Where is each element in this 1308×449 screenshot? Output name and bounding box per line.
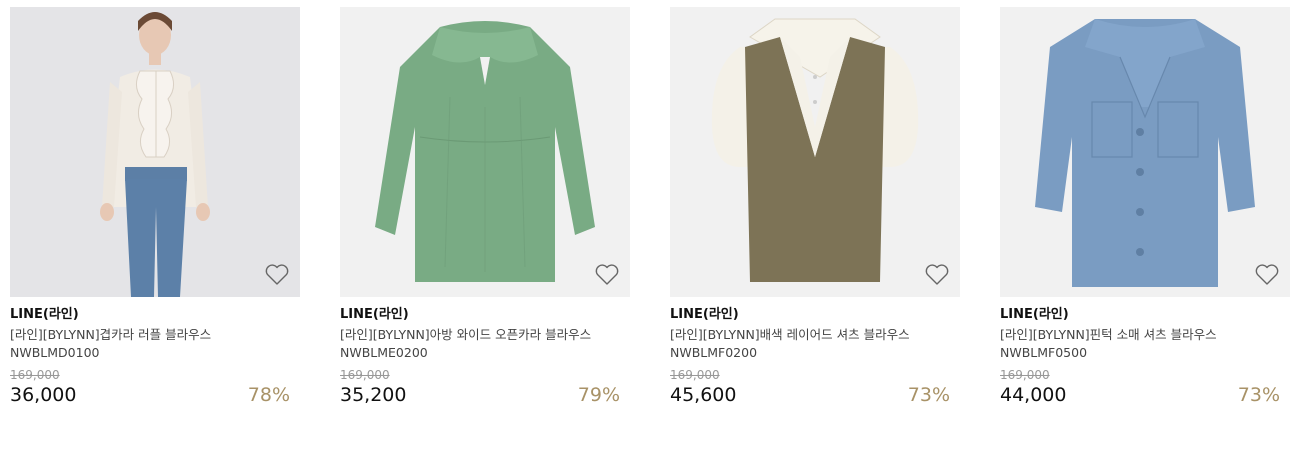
brand-name[interactable]: LINE(라인) bbox=[1000, 307, 1290, 323]
green-blouse-illustration bbox=[340, 7, 630, 297]
product-card[interactable]: LINE(라인) [라인][BYLYNN]겹카라 러플 블라우스 NWBLMD0… bbox=[10, 7, 300, 408]
model-ruffle-blouse-illustration bbox=[10, 7, 300, 297]
product-name[interactable]: [라인][BYLYNN]핀턱 소매 셔츠 블라우스 NWBLMF0500 bbox=[1000, 326, 1290, 362]
product-name[interactable]: [라인][BYLYNN]아방 와이드 오픈카라 블라우스 NWBLME0200 bbox=[340, 326, 630, 362]
brand-name[interactable]: LINE(라인) bbox=[670, 307, 960, 323]
heart-outline-icon[interactable] bbox=[594, 263, 620, 287]
sale-price: 45,600 bbox=[670, 384, 737, 406]
discount-rate: 73% bbox=[907, 384, 950, 406]
product-image[interactable] bbox=[10, 7, 300, 297]
product-name[interactable]: [라인][BYLYNN]겹카라 러플 블라우스 NWBLMD0100 bbox=[10, 326, 300, 362]
product-image[interactable] bbox=[670, 7, 960, 297]
product-card[interactable]: LINE(라인) [라인][BYLYNN]배색 레이어드 셔츠 블라우스 NWB… bbox=[670, 7, 960, 408]
discount-rate: 78% bbox=[247, 384, 290, 406]
product-image[interactable] bbox=[1000, 7, 1290, 297]
original-price: 169,000 bbox=[670, 368, 720, 382]
sale-price: 36,000 bbox=[10, 384, 77, 406]
product-name[interactable]: [라인][BYLYNN]배색 레이어드 셔츠 블라우스 NWBLMF0200 bbox=[670, 326, 960, 362]
heart-outline-icon[interactable] bbox=[924, 263, 950, 287]
original-price: 169,000 bbox=[340, 368, 390, 382]
discount-rate: 79% bbox=[577, 384, 620, 406]
product-card[interactable]: LINE(라인) [라인][BYLYNN]핀턱 소매 셔츠 블라우스 NWBLM… bbox=[1000, 7, 1290, 408]
sale-price: 35,200 bbox=[340, 384, 407, 406]
vest-layered-shirt-illustration bbox=[670, 7, 960, 297]
blue-shirt-illustration bbox=[1000, 7, 1290, 297]
product-grid: LINE(라인) [라인][BYLYNN]겹카라 러플 블라우스 NWBLMD0… bbox=[0, 0, 1308, 449]
discount-rate: 73% bbox=[1237, 384, 1280, 406]
original-price: 169,000 bbox=[10, 368, 60, 382]
brand-name[interactable]: LINE(라인) bbox=[340, 307, 630, 323]
heart-outline-icon[interactable] bbox=[1254, 263, 1280, 287]
original-price: 169,000 bbox=[1000, 368, 1050, 382]
sale-price: 44,000 bbox=[1000, 384, 1067, 406]
brand-name[interactable]: LINE(라인) bbox=[10, 307, 300, 323]
product-card[interactable]: LINE(라인) [라인][BYLYNN]아방 와이드 오픈카라 블라우스 NW… bbox=[340, 7, 630, 408]
product-image[interactable] bbox=[340, 7, 630, 297]
heart-outline-icon[interactable] bbox=[264, 263, 290, 287]
